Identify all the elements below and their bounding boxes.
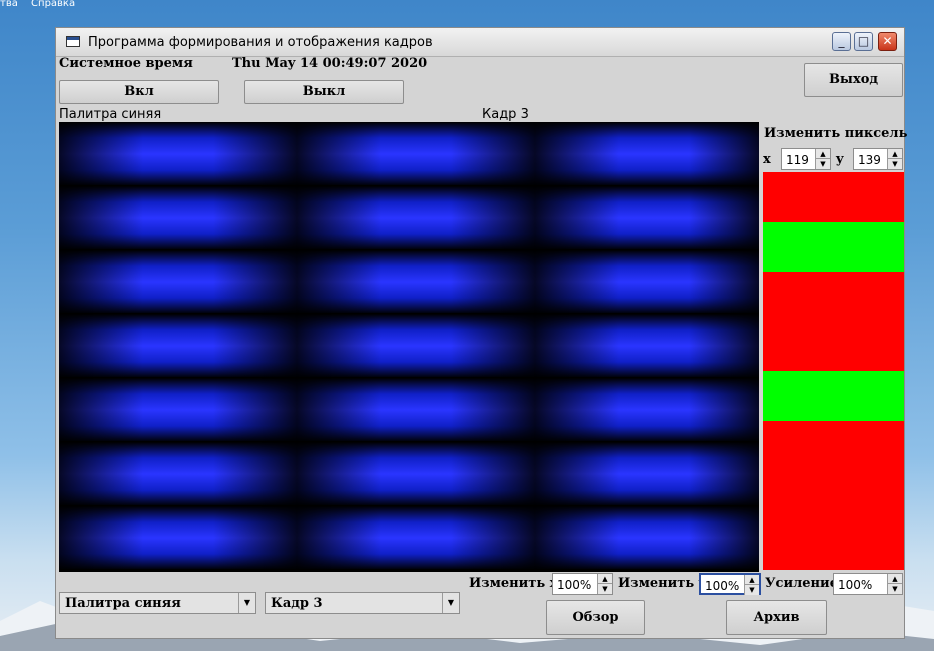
spin-down-icon[interactable]: ▼ [598, 584, 612, 594]
pixel-stripe[interactable] [763, 172, 904, 222]
scale-y-spinbox[interactable]: 100% ▲ ▼ [699, 573, 761, 595]
frame-band [59, 314, 759, 378]
spin-up-icon[interactable]: ▲ [745, 575, 759, 585]
pixel-stripe[interactable] [763, 371, 904, 421]
pixel-stripe[interactable] [763, 221, 904, 272]
system-time-label: Системное время [59, 56, 193, 71]
pixel-color-strip[interactable] [763, 172, 904, 570]
spin-up-icon[interactable]: ▲ [888, 574, 902, 584]
pixel-x-value: 119 [786, 153, 809, 167]
frame-band [59, 378, 759, 442]
chevron-down-icon[interactable]: ▼ [442, 593, 459, 613]
palette-select-value: Палитра синяя [65, 596, 181, 611]
minimize-button[interactable]: _ [832, 32, 851, 51]
gain-label: Усиление [765, 576, 838, 591]
main-window: Программа формирования и отображения кад… [55, 27, 908, 639]
pixel-x-spinbox[interactable]: 119 ▲ ▼ [781, 148, 831, 170]
window-title: Программа формирования и отображения кад… [88, 35, 433, 50]
spin-down-icon[interactable]: ▼ [888, 584, 902, 594]
frame-band [59, 186, 759, 250]
scale-x-spinbox[interactable]: 100% ▲ ▼ [552, 573, 613, 595]
pixel-stripe[interactable] [763, 420, 904, 471]
pixel-stripe[interactable] [763, 520, 904, 570]
spin-down-icon[interactable]: ▼ [816, 159, 830, 169]
pixel-stripe[interactable] [763, 321, 904, 371]
frame-band [59, 250, 759, 314]
desktop-menu-item[interactable]: тва [0, 0, 18, 9]
palette-select[interactable]: Палитра синяя ▼ [59, 592, 256, 614]
frame-select-value: Кадр 3 [271, 596, 323, 611]
close-button[interactable]: ✕ [878, 32, 897, 51]
maximize-button[interactable]: □ [854, 32, 873, 51]
exit-button[interactable]: Выход [804, 63, 903, 97]
spin-up-icon[interactable]: ▲ [888, 149, 902, 159]
off-button[interactable]: Выкл [244, 80, 404, 104]
frame-display-canvas[interactable] [59, 122, 759, 572]
pixel-y-value: 139 [858, 153, 881, 167]
frame-band [59, 506, 759, 570]
frame-select[interactable]: Кадр 3 ▼ [265, 592, 460, 614]
scale-x-label: Изменить x [469, 576, 558, 591]
system-time-value: Thu May 14 00:49:07 2020 [232, 56, 428, 71]
scale-y-value: 100% [705, 579, 740, 593]
frame-band [59, 442, 759, 506]
scale-x-value: 100% [557, 578, 592, 592]
scale-y-label: Изменить y [618, 576, 707, 591]
pixel-editor-title: Изменить пиксель [764, 126, 908, 141]
frame-caption: Кадр 3 [482, 107, 529, 122]
window-titlebar[interactable]: Программа формирования и отображения кад… [56, 28, 904, 57]
pixel-x-label: x [763, 152, 771, 167]
browse-button[interactable]: Обзор [546, 600, 645, 635]
palette-caption: Палитра синяя [59, 107, 162, 122]
chevron-down-icon[interactable]: ▼ [238, 593, 255, 613]
pixel-y-spinbox[interactable]: 139 ▲ ▼ [853, 148, 903, 170]
desktop-menu-item-help[interactable]: Справка [31, 0, 75, 9]
frame-band [59, 122, 759, 186]
desktop-menu-bar: тва Справка [0, 0, 120, 12]
gain-value: 100% [838, 578, 873, 592]
spin-up-icon[interactable]: ▲ [598, 574, 612, 584]
gain-spinbox[interactable]: 100% ▲ ▼ [833, 573, 903, 595]
app-icon [66, 36, 80, 47]
pixel-y-label: y [836, 152, 844, 167]
on-button[interactable]: Вкл [59, 80, 219, 104]
archive-button[interactable]: Архив [726, 600, 827, 635]
pixel-stripe[interactable] [763, 470, 904, 521]
spin-down-icon[interactable]: ▼ [888, 159, 902, 169]
pixel-stripe[interactable] [763, 271, 904, 322]
spin-up-icon[interactable]: ▲ [816, 149, 830, 159]
spin-down-icon[interactable]: ▼ [745, 585, 759, 595]
